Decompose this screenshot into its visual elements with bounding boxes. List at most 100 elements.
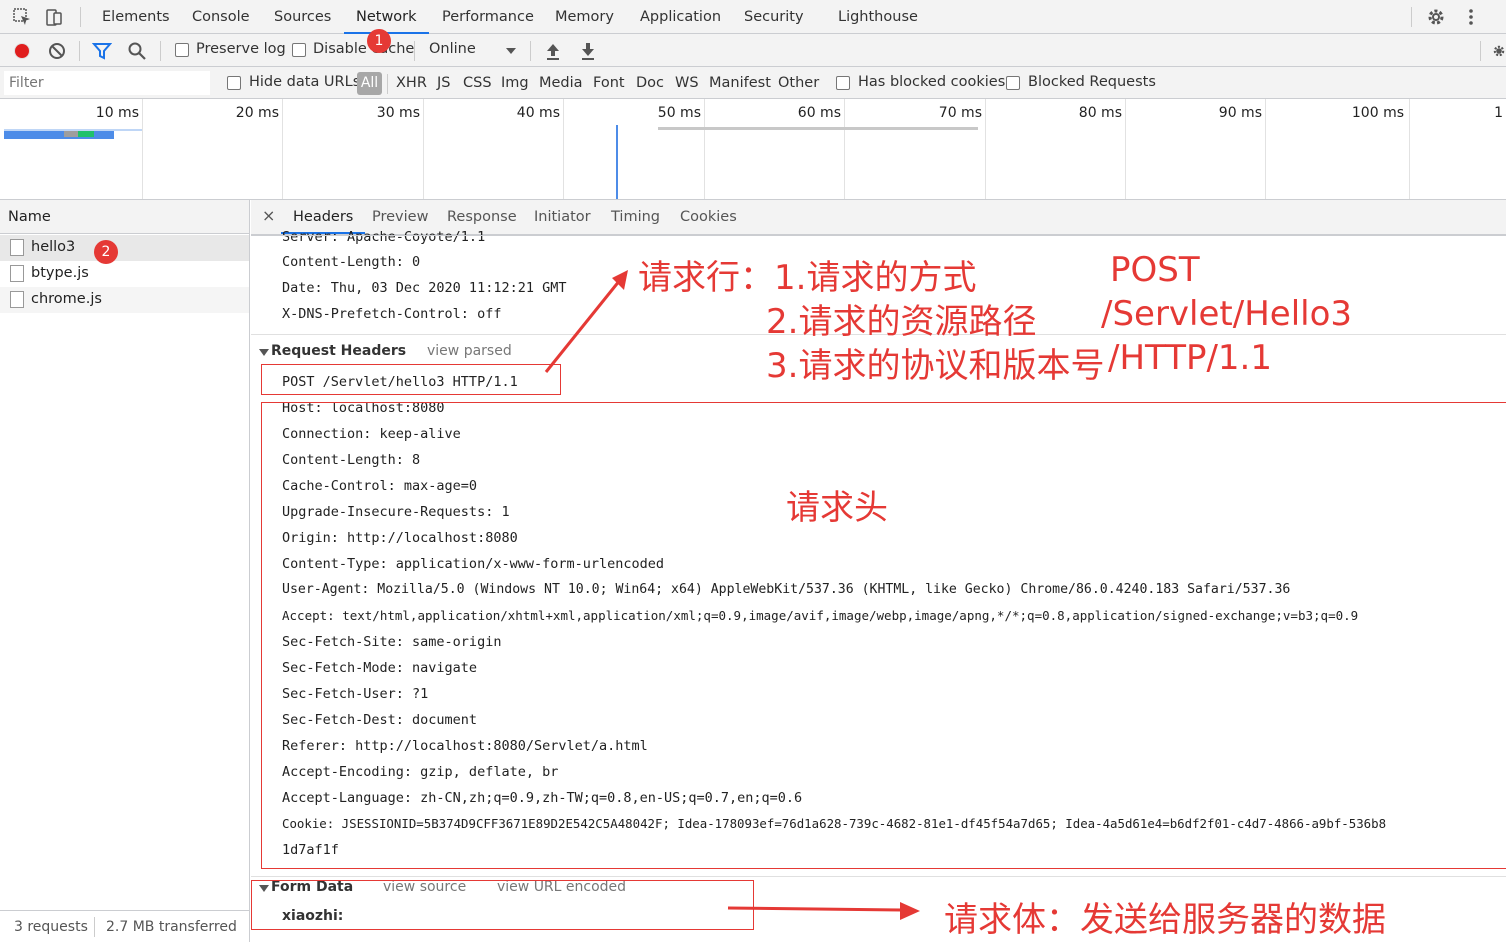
tab-elements[interactable]: Elements [102,0,170,34]
divider [94,917,95,937]
annotation-request-line-3: 3.请求的协议和版本号 [766,346,1105,386]
tab-network[interactable]: Network [344,0,429,34]
tick-label: 50 ms [657,105,701,121]
tick-label: 80 ms [1078,105,1122,121]
annotation-headers-label: 请求头 [786,488,888,528]
tab-sources[interactable]: Sources [274,0,331,34]
tab-console[interactable]: Console [192,0,250,34]
tab-memory[interactable]: Memory [555,0,614,34]
disable-cache-checkbox[interactable] [292,43,306,57]
request-name: btype.js [31,265,89,281]
filter-type-img[interactable]: Img [501,75,529,91]
filter-type-css[interactable]: CSS [463,75,492,91]
tick-label: 100 ms [1351,105,1404,121]
blocked-requests-label: Blocked Requests [1028,74,1156,90]
request-row-hello3[interactable]: hello3 [0,235,249,261]
export-har-icon[interactable] [579,41,597,61]
grid-line [1265,99,1266,199]
tick-label: 60 ms [797,105,841,121]
request-line-highlight-box [261,364,561,395]
divider [530,41,531,61]
response-header-line: Server: Apache-Coyote/1.1 [282,229,486,245]
settings-gear-icon[interactable] [1426,7,1446,27]
filter-type-js[interactable]: JS [437,75,450,91]
tick-label: 10 ms [95,105,139,121]
response-header-line: X-DNS-Prefetch-Control: off [282,306,502,322]
divider [1480,41,1481,61]
tab-initiator[interactable]: Initiator [534,200,591,234]
devtools-tab-bar: Elements Console Sources Network Perform… [0,0,1506,34]
filter-type-doc[interactable]: Doc [636,75,664,91]
preserve-log-checkbox[interactable] [175,43,189,57]
filter-type-ws[interactable]: WS [675,75,699,91]
view-parsed-link[interactable]: view parsed [427,343,512,359]
annotation-protocol: /HTTP/1.1 [1108,338,1272,378]
annotation-badge-2: 2 [94,240,118,264]
timeline-range-bar [658,127,978,130]
chevron-down-icon[interactable] [505,46,517,56]
tab-performance[interactable]: Performance [442,0,534,34]
close-icon[interactable]: × [262,206,275,225]
tick-label: 1 [1494,105,1503,121]
tab-security[interactable]: Security [744,0,804,34]
tab-timing[interactable]: Timing [611,200,660,234]
search-icon[interactable] [127,41,147,61]
preserve-log-label: Preserve log [196,41,286,57]
request-row-btype[interactable]: btype.js [0,261,249,287]
filter-type-other[interactable]: Other [778,75,819,91]
has-blocked-cookies-checkbox[interactable] [836,76,850,90]
tick-label: 20 ms [235,105,279,121]
tick-label: 40 ms [516,105,560,121]
filter-type-font[interactable]: Font [593,75,625,91]
request-body-highlight-box [251,880,754,930]
filter-type-xhr[interactable]: XHR [396,75,427,91]
grid-line [844,99,845,199]
hide-data-urls-label: Hide data URLs [249,74,361,90]
import-har-icon[interactable] [544,41,562,61]
grid-line [563,99,564,199]
annotation-request-line-2: 2.请求的资源路径 [766,302,1037,342]
inspect-element-icon[interactable] [12,7,32,27]
grid-line [704,99,705,199]
record-icon[interactable] [12,41,32,61]
tab-application[interactable]: Application [640,0,721,34]
response-header-line: Date: Thu, 03 Dec 2020 11:12:21 GMT [282,280,567,296]
network-settings-gear-icon[interactable] [1492,41,1506,61]
clear-icon[interactable] [47,41,67,61]
annotation-method: POST [1110,250,1200,290]
blocked-requests-checkbox[interactable] [1006,76,1020,90]
annotation-path: /Servlet/Hello3 [1101,294,1353,334]
disable-cache-label: Disable cache [313,41,415,57]
grid-line [1125,99,1126,199]
filter-type-manifest[interactable]: Manifest [709,75,771,91]
divider [79,41,80,61]
tab-lighthouse[interactable]: Lighthouse [838,0,918,34]
name-column-header[interactable]: Name [0,200,249,234]
divider [1411,7,1412,27]
filter-type-all[interactable]: All [357,72,382,95]
document-file-icon [10,239,24,256]
triangle-down-icon[interactable] [259,347,269,357]
throttling-select[interactable]: Online [429,41,476,57]
dom-content-loaded-marker [616,125,618,199]
device-toolbar-icon[interactable] [44,7,64,27]
request-bar-waiting [64,131,78,137]
divider [387,74,388,94]
annotation-request-line-label: 请求行：1.请求的方式 [638,258,977,298]
request-bar-track [4,129,142,131]
request-list: Name hello3 btype.js chrome.js 3 request… [0,200,250,942]
request-headers-title[interactable]: Request Headers [271,343,406,359]
filter-icon[interactable] [92,41,112,61]
network-overview[interactable]: 10 ms 20 ms 30 ms 40 ms 50 ms 60 ms 70 m… [0,99,1506,200]
request-count: 3 requests [14,919,88,935]
more-options-icon[interactable] [1461,7,1481,27]
hide-data-urls-checkbox[interactable] [227,76,241,90]
filter-input[interactable] [4,71,210,95]
response-header-line: Content-Length: 0 [282,254,421,270]
script-file-icon [10,265,24,282]
request-row-chrome[interactable]: chrome.js [0,287,249,313]
filter-type-media[interactable]: Media [539,75,583,91]
divider [160,41,161,61]
tab-cookies[interactable]: Cookies [680,200,737,234]
annotation-badge-1: 1 [367,29,391,53]
